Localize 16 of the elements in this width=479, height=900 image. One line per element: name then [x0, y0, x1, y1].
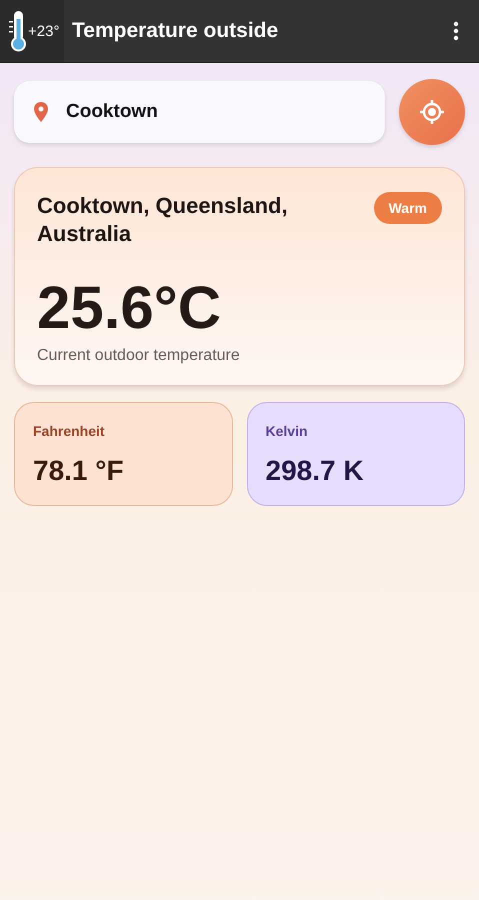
- locate-button[interactable]: [399, 79, 465, 145]
- unit-value: 78.1 °F: [33, 455, 125, 487]
- unit-value: 298.7 K: [266, 455, 365, 487]
- warm-badge: Warm: [374, 192, 442, 224]
- crosshair-icon: [419, 99, 445, 125]
- unit-label: Kelvin: [266, 423, 309, 439]
- location-pin-icon: [34, 102, 48, 122]
- location-name: Cooktown, Queensland, Australia: [37, 192, 289, 247]
- thermometer-icon: [8, 8, 28, 54]
- temperature-caption: Current outdoor temperature: [37, 347, 241, 365]
- more-icon: [453, 21, 459, 41]
- unit-label: Fahrenheit: [33, 423, 106, 439]
- temperature-value: 25.6°C: [37, 275, 222, 341]
- logo-temperature: +23°: [28, 22, 60, 40]
- app-title: Temperature outside: [72, 19, 280, 43]
- search-field[interactable]: Cooktown: [14, 81, 385, 143]
